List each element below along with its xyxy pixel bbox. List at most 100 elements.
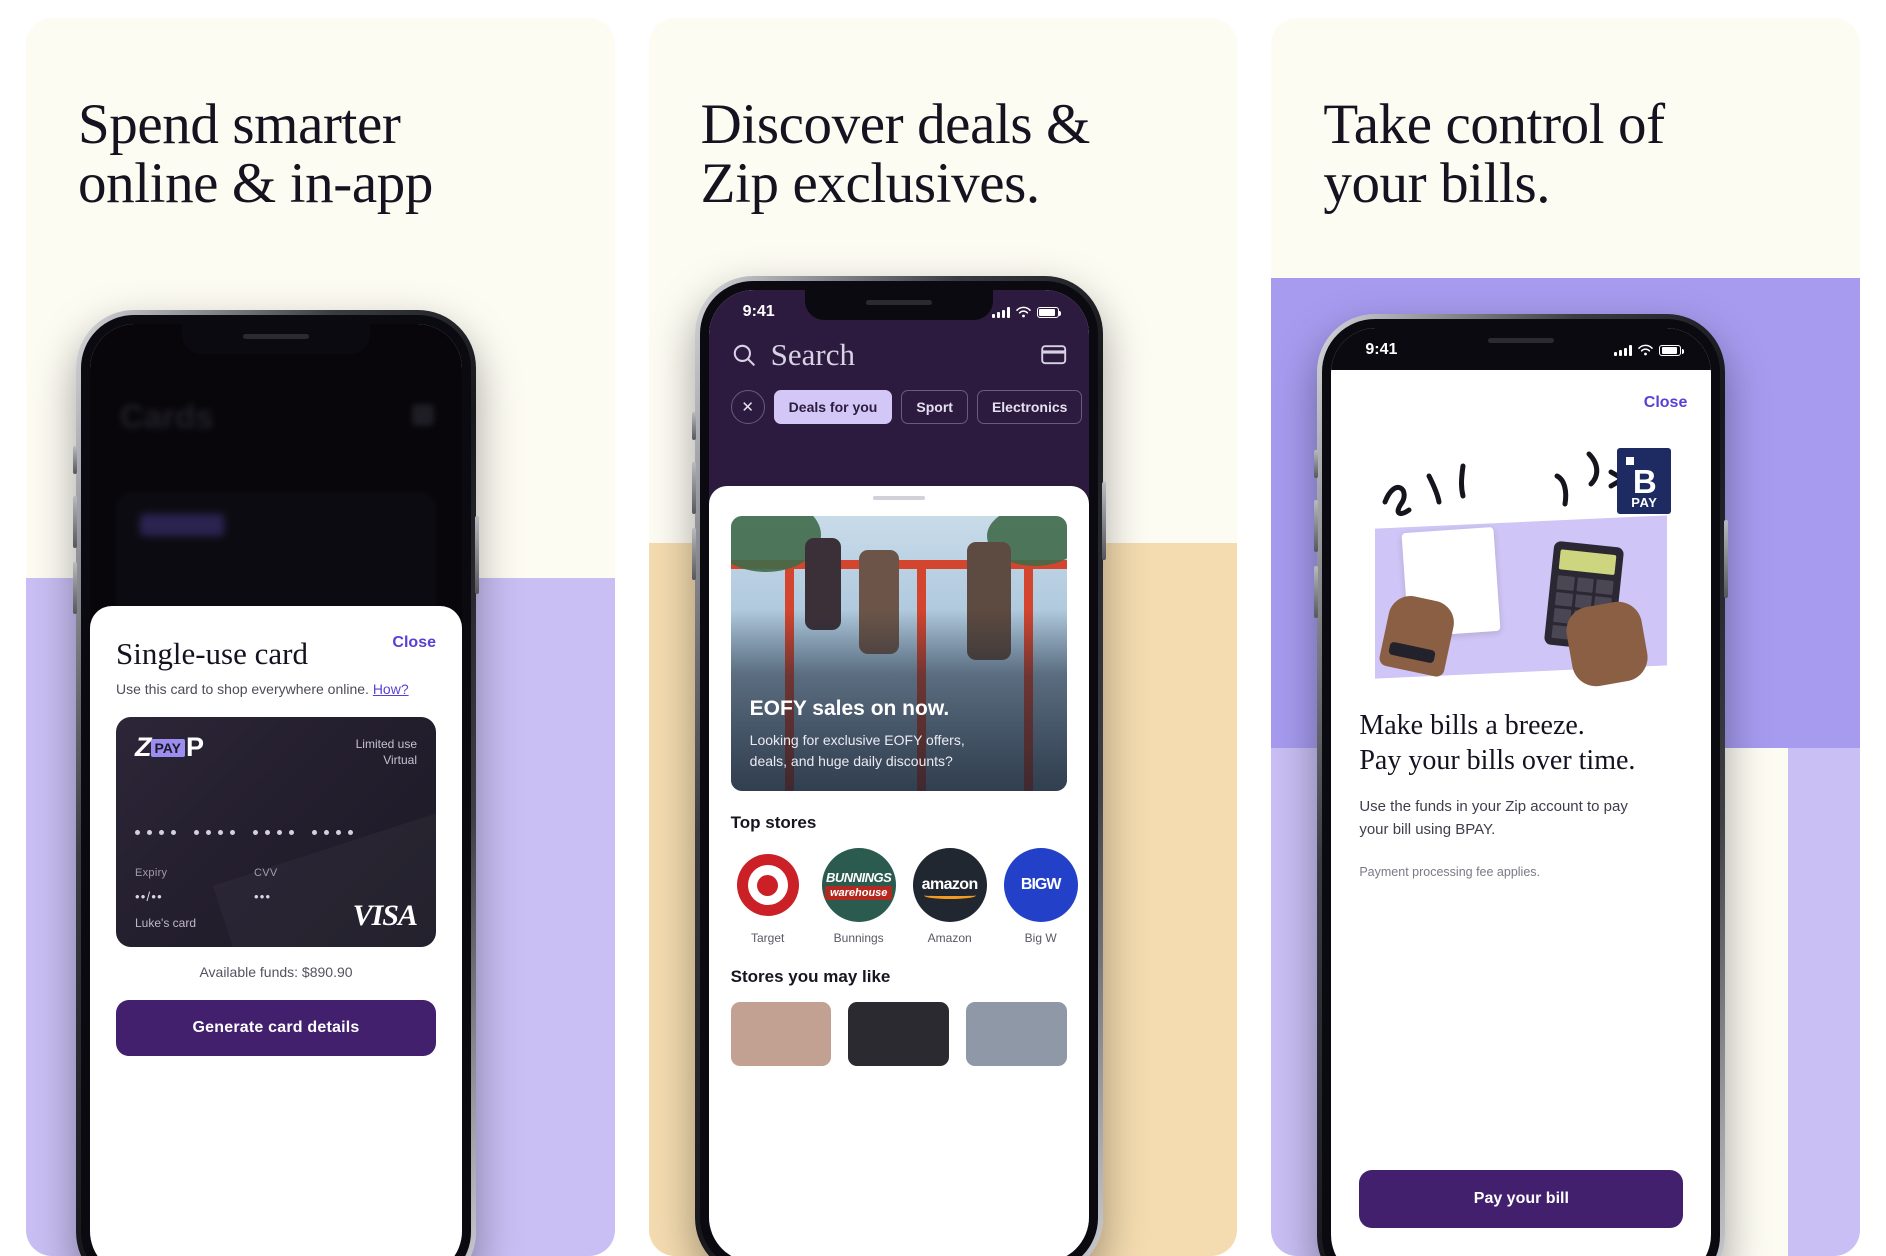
filter-chips[interactable]: ✕ Deals for you Sport Electronics Jew — [730, 390, 1083, 424]
zip-pay-logo: Z PAY P — [135, 732, 204, 762]
card-limited-use-label: Limited use Virtual — [355, 737, 417, 768]
calculator-screen — [1559, 549, 1617, 576]
cvv-value: ••• — [254, 889, 272, 904]
page-title: Take control of your bills. — [1323, 93, 1665, 215]
generate-card-details-button[interactable]: Generate card details — [116, 1000, 436, 1056]
stores-you-may-like-list — [730, 1002, 1067, 1066]
sheet-heading: Single-use card — [116, 636, 308, 671]
store-label: Amazon — [927, 931, 972, 945]
zip-logo-pay-badge: PAY — [150, 738, 185, 757]
sheet-grabber[interactable] — [872, 496, 925, 500]
sheet-subtitle-text: Use this card to shop everywhere online. — [116, 681, 369, 697]
phone-bezel-1: Cards Close Single-use card Use this car… — [81, 315, 471, 1256]
volume-up-button — [73, 496, 77, 548]
search-header: Search ✕ Deals for you Sport Electronics — [709, 328, 1089, 424]
wifi-icon — [1638, 344, 1654, 356]
cellular-signal-icon — [991, 307, 1010, 318]
cvv-label: CVV — [254, 867, 278, 879]
panel3-header: Take control of your bills. — [1271, 18, 1860, 213]
promo-text: EOFY sales on now. Looking for exclusive… — [750, 697, 987, 771]
top-stores-heading: Top stores — [730, 813, 817, 832]
chip-deals-for-you[interactable]: Deals for you — [773, 390, 893, 424]
store-suggestion-card[interactable] — [848, 1002, 950, 1066]
screenshot-panel-2: Discover deals & Zip exclusives. 9:41 Se… — [648, 18, 1238, 1256]
screenshot-panel-1: Spend smarter online & in-app Cards Clos… — [26, 18, 615, 1256]
phone-screen-2: 9:41 Search ✕ Deals for you Sport Electr… — [708, 290, 1089, 1256]
card-icon[interactable] — [1040, 344, 1067, 366]
expiry-label: Expiry — [135, 867, 168, 879]
store-item-bigw[interactable]: BIGW Big W — [1003, 848, 1078, 945]
top-stores-list: Target BUNNINGS warehouse Bunnings amazo… — [730, 848, 1078, 945]
how-link[interactable]: How? — [373, 681, 409, 697]
status-icons — [991, 306, 1062, 318]
promo-heading: EOFY sales on now. — [749, 697, 950, 721]
bigw-wordmark: BIGW — [1020, 876, 1062, 893]
volume-up-button — [1314, 500, 1319, 552]
expiry-value: ••/•• — [135, 889, 163, 904]
panel1-header: Spend smarter online & in-app — [26, 18, 615, 213]
volume-down-button — [1314, 566, 1319, 618]
doodle-squiggle-icon — [1382, 463, 1466, 517]
mute-switch — [1314, 450, 1319, 478]
store-item-bunnings[interactable]: BUNNINGS warehouse Bunnings — [821, 848, 896, 945]
store-item-target[interactable]: Target — [730, 848, 805, 945]
power-button — [1101, 482, 1106, 560]
bills-illustration: B PAY — [1367, 448, 1675, 690]
visa-logo: VISA — [352, 899, 418, 932]
bunnings-wordmark: BUNNINGS — [826, 870, 892, 885]
search-input[interactable]: Search — [771, 337, 1027, 373]
available-funds: Available funds: $890.90 — [199, 964, 353, 980]
battery-icon — [1036, 307, 1062, 318]
app-store-screenshot-gallery: Spend smarter online & in-app Cards Clos… — [0, 0, 1886, 1256]
power-button — [475, 516, 479, 594]
bpay-logo-dot — [1626, 457, 1635, 465]
volume-down-button — [691, 528, 696, 580]
volume-up-button — [691, 462, 696, 514]
battery-icon — [1659, 345, 1684, 356]
bpay-logo-b: B — [1632, 463, 1657, 501]
status-time: 9:41 — [1365, 341, 1398, 358]
status-time: 9:41 — [742, 303, 775, 320]
phone-mockup-2: 9:41 Search ✕ Deals for you Sport Electr… — [691, 276, 1106, 1256]
chip-electronics[interactable]: Electronics — [976, 390, 1083, 424]
page-title: Discover deals & Zip exclusives. — [700, 93, 1091, 215]
search-bar[interactable]: Search — [731, 328, 1067, 382]
phone-bezel-2: 9:41 Search ✕ Deals for you Sport Electr… — [699, 281, 1098, 1256]
cellular-signal-icon — [1614, 345, 1633, 356]
promo-banner[interactable]: EOFY sales on now. Looking for exclusive… — [730, 516, 1067, 791]
device-notch — [182, 324, 370, 354]
search-results-sheet: EOFY sales on now. Looking for exclusive… — [708, 486, 1089, 1256]
card-holder-name: Luke's card — [135, 916, 196, 930]
store-label: Bunnings — [833, 931, 884, 945]
bills-fine-print: Payment processing fee applies. — [1359, 865, 1541, 879]
power-button — [1724, 520, 1729, 598]
close-button[interactable]: Close — [1644, 394, 1688, 412]
zip-logo-z: Z — [135, 732, 151, 762]
page-title: Spend smarter online & in-app — [78, 93, 433, 215]
panel2-header: Discover deals & Zip exclusives. — [649, 18, 1238, 213]
store-item-amazon[interactable]: amazon Amazon — [912, 848, 987, 945]
phone-mockup-3: 9:41 Close B PAY Make bills a breeze. Pa… — [1314, 314, 1729, 1256]
pay-your-bill-button[interactable]: Pay your bill — [1359, 1170, 1684, 1228]
bpay-logo-icon: B PAY — [1617, 448, 1672, 514]
phone-mockup-1: Cards Close Single-use card Use this car… — [73, 310, 479, 1256]
bills-heading: Make bills a breeze. Pay your bills over… — [1359, 710, 1636, 776]
store-suggestion-card[interactable] — [966, 1002, 1067, 1066]
search-icon — [733, 344, 755, 366]
close-button[interactable]: Close — [392, 634, 436, 652]
target-logo-icon — [730, 848, 805, 922]
close-icon[interactable]: ✕ — [730, 390, 765, 424]
chip-sport[interactable]: Sport — [901, 390, 968, 424]
virtual-card[interactable]: Z PAY P Limited use Virtual Expiry ••/••… — [116, 717, 436, 947]
bills-body: Use the funds in your Zip account to pay… — [1359, 798, 1628, 838]
amazon-logo-icon: amazon — [912, 848, 987, 922]
store-suggestion-card[interactable] — [730, 1002, 832, 1066]
bunnings-warehouse-badge: warehouse — [824, 886, 893, 900]
volume-down-button — [73, 562, 77, 614]
device-notch — [804, 290, 993, 320]
bigw-logo-icon: BIGW — [1003, 848, 1078, 922]
bpay-logo-pay: PAY — [1631, 495, 1658, 510]
phone-bezel-3: 9:41 Close B PAY Make bills a breeze. Pa… — [1322, 319, 1721, 1256]
card-number-masked — [135, 830, 353, 835]
panel3-lilac-edge-right — [1788, 748, 1861, 1256]
